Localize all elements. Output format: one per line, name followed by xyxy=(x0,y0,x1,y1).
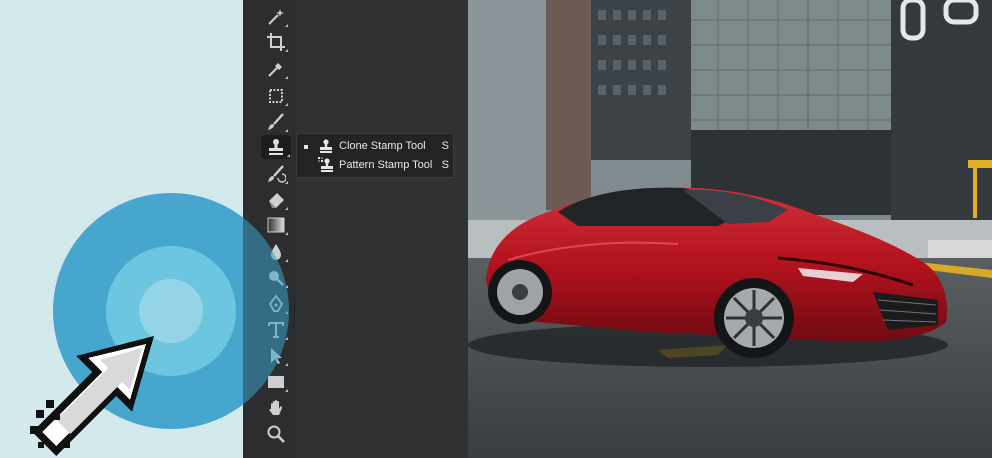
red-sports-car-photo xyxy=(468,0,992,458)
gradient-tool[interactable] xyxy=(263,213,289,237)
zoom-tool[interactable] xyxy=(263,422,289,446)
hand-tool[interactable] xyxy=(263,396,289,420)
history-brush-icon xyxy=(268,165,286,183)
dodge-tool[interactable] xyxy=(263,266,289,290)
flyout-item-pattern-stamp[interactable]: Pattern Stamp Tool S xyxy=(297,156,455,175)
hand-icon xyxy=(269,400,283,415)
blur-icon xyxy=(271,244,281,260)
flyout-item-clone-stamp[interactable]: Clone Stamp Tool S xyxy=(297,137,455,156)
pixel-cursor-icon xyxy=(30,336,154,456)
flyout-item-shortcut: S xyxy=(441,140,449,152)
history-brush-tool[interactable] xyxy=(263,162,289,186)
stamp-tool-flyout-menu: Clone Stamp Tool S Pattern Stamp Tool S xyxy=(296,133,454,178)
flyout-item-label: Clone Stamp Tool xyxy=(339,140,426,152)
brush-tool[interactable] xyxy=(263,110,289,134)
frame-tool[interactable] xyxy=(263,84,289,108)
eyedropper-tool[interactable] xyxy=(263,57,289,81)
path-selection-icon xyxy=(271,348,282,364)
rectangle-tool[interactable] xyxy=(263,370,289,394)
decorative-illustration xyxy=(0,0,243,458)
clone-stamp-icon xyxy=(269,139,283,155)
canvas-workspace[interactable] xyxy=(295,0,468,458)
pen-icon xyxy=(268,294,284,312)
eyedropper-icon xyxy=(268,63,282,77)
magic-wand-tool[interactable] xyxy=(263,5,289,29)
spot-healing-icon xyxy=(269,89,283,103)
pattern-stamp-icon xyxy=(318,157,333,172)
dodge-icon xyxy=(269,271,284,286)
eraser-tool[interactable] xyxy=(263,188,289,212)
flyout-item-label: Pattern Stamp Tool xyxy=(339,159,433,171)
eraser-icon xyxy=(269,193,284,208)
tools-panel xyxy=(243,0,295,458)
magic-wand-icon xyxy=(268,9,284,25)
brush-icon xyxy=(268,113,284,130)
selected-indicator-icon xyxy=(304,145,308,149)
gradient-icon xyxy=(267,217,285,233)
path-selection-tool[interactable] xyxy=(263,344,289,368)
blur-tool[interactable] xyxy=(263,240,289,264)
document-photo[interactable] xyxy=(468,0,992,458)
crop-tool[interactable] xyxy=(263,30,289,54)
crop-icon xyxy=(267,33,285,51)
type-icon xyxy=(268,322,284,338)
rectangle-icon xyxy=(268,376,284,388)
clone-stamp-tool[interactable] xyxy=(261,135,291,159)
pen-tool[interactable] xyxy=(263,292,289,316)
flyout-item-shortcut: S xyxy=(441,159,449,171)
type-tool[interactable] xyxy=(263,318,289,342)
clone-stamp-icon xyxy=(320,139,332,153)
zoom-icon xyxy=(267,425,285,443)
